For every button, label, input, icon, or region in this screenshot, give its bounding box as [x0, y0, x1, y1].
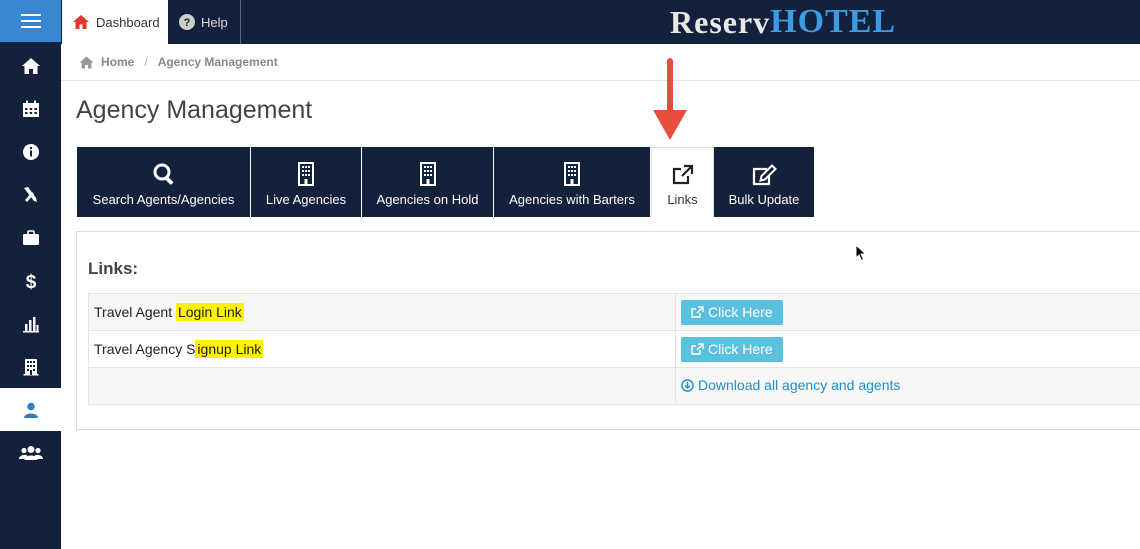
- sidebar-item-reports[interactable]: [0, 302, 61, 345]
- breadcrumb-home-link[interactable]: Home: [101, 55, 134, 69]
- home-icon: [21, 57, 40, 74]
- tab-label: Live Agencies: [265, 191, 347, 207]
- tab-agencies-on-hold[interactable]: Agencies on Hold: [362, 147, 494, 217]
- menu-toggle-button[interactable]: [0, 0, 61, 42]
- login-link-click-here-button[interactable]: Click Here: [681, 299, 783, 325]
- link-label-cell: Travel Agent Login Link: [88, 293, 676, 331]
- sidebar-item-finance[interactable]: $: [0, 259, 61, 302]
- table-row: Travel Agent Login Link Click Here: [88, 293, 1140, 331]
- breadcrumb: Home / Agency Management: [61, 44, 1140, 81]
- reservhotel-logo: Reserv HOTEL: [670, 2, 896, 42]
- building-icon: [419, 161, 436, 186]
- top-navbar: Dashboard ? Help Reserv HOTEL: [0, 0, 1140, 44]
- sidebar-item-tools[interactable]: [0, 173, 61, 216]
- link-label-text: Travel Agency S: [94, 341, 196, 357]
- building-icon: [23, 358, 38, 375]
- help-tab[interactable]: ? Help: [169, 0, 241, 44]
- tab-agencies-with-barters[interactable]: Agencies with Barters: [494, 147, 651, 217]
- mouse-cursor-icon: [855, 244, 867, 262]
- download-all-link[interactable]: Download all agency and agents: [681, 377, 900, 393]
- link-label-text: Travel Agent: [94, 304, 176, 320]
- sidebar: $: [0, 44, 61, 549]
- logo-reserv-text: Reserv: [670, 3, 771, 40]
- sidebar-item-users[interactable]: [0, 431, 61, 474]
- tools-icon: [23, 186, 37, 202]
- sidebar-item-agents[interactable]: [0, 388, 61, 431]
- button-label: Click Here: [708, 341, 773, 357]
- briefcase-icon: [22, 229, 39, 245]
- sidebar-item-info[interactable]: [0, 130, 61, 173]
- table-row: Download all agency and agents: [88, 367, 1140, 405]
- edit-icon: [752, 163, 777, 185]
- link-action-cell: Click Here: [675, 330, 1140, 368]
- user-icon: [23, 402, 38, 418]
- dashboard-label: Dashboard: [96, 14, 160, 30]
- link-action-cell: Click Here: [675, 293, 1140, 331]
- help-label: Help: [201, 14, 228, 30]
- hamburger-icon: [20, 14, 41, 28]
- agency-tabs: Search Agents/Agencies Live Agencies Age…: [77, 147, 815, 217]
- external-link-icon: [672, 164, 693, 185]
- bar-chart-icon: [22, 316, 39, 332]
- search-icon: [153, 163, 173, 184]
- tab-links[interactable]: Links: [651, 147, 714, 217]
- external-link-icon: [691, 306, 704, 318]
- logo-hotel-text: HOTEL: [770, 3, 897, 40]
- tab-label: Bulk Update: [728, 191, 800, 207]
- sidebar-item-home[interactable]: [0, 44, 61, 87]
- calendar-icon: [22, 100, 39, 117]
- tab-label: Links: [667, 192, 698, 207]
- tab-search-agents[interactable]: Search Agents/Agencies: [77, 147, 251, 217]
- external-link-icon: [691, 343, 704, 355]
- links-panel: Links: Travel Agent Login Link Click Her…: [76, 231, 1140, 430]
- svg-text:$: $: [25, 272, 36, 291]
- breadcrumb-current: Agency Management: [157, 55, 278, 69]
- empty-cell: [88, 367, 676, 405]
- download-cell: Download all agency and agents: [675, 367, 1140, 405]
- links-panel-title: Links:: [88, 259, 139, 278]
- question-circle-icon: ?: [179, 14, 195, 30]
- signup-link-click-here-button[interactable]: Click Here: [681, 336, 783, 362]
- info-icon: [22, 143, 39, 160]
- home-icon: [79, 56, 94, 68]
- link-label-highlight: ignup Link: [195, 340, 264, 358]
- table-row: Travel Agency Signup Link Click Here: [88, 330, 1140, 368]
- sidebar-item-calendar[interactable]: [0, 87, 61, 130]
- tab-label: Search Agents/Agencies: [92, 191, 235, 207]
- download-circle-icon: [681, 378, 694, 392]
- breadcrumb-separator: /: [144, 55, 148, 69]
- building-icon: [298, 161, 314, 186]
- tab-bulk-update[interactable]: Bulk Update: [714, 147, 815, 217]
- tab-live-agencies[interactable]: Live Agencies: [251, 147, 362, 217]
- users-icon: [18, 445, 43, 460]
- sidebar-item-building[interactable]: [0, 345, 61, 388]
- sidebar-item-briefcase[interactable]: [0, 216, 61, 259]
- tab-label: Agencies on Hold: [376, 191, 479, 207]
- dollar-icon: $: [25, 272, 36, 291]
- links-table: Travel Agent Login Link Click Here Trave…: [88, 293, 1140, 405]
- svg-text:?: ?: [184, 17, 191, 29]
- annotation-arrow-icon: [653, 58, 687, 140]
- link-label-highlight: Login Link: [175, 303, 244, 321]
- page-title: Agency Management: [76, 96, 313, 124]
- dashboard-tab[interactable]: Dashboard: [62, 0, 168, 44]
- button-label: Click Here: [708, 304, 773, 320]
- building-icon: [564, 161, 580, 186]
- tab-label: Agencies with Barters: [509, 191, 635, 207]
- home-icon: [73, 15, 89, 29]
- download-all-label: Download all agency and agents: [698, 377, 901, 394]
- link-label-cell: Travel Agency Signup Link: [88, 330, 676, 368]
